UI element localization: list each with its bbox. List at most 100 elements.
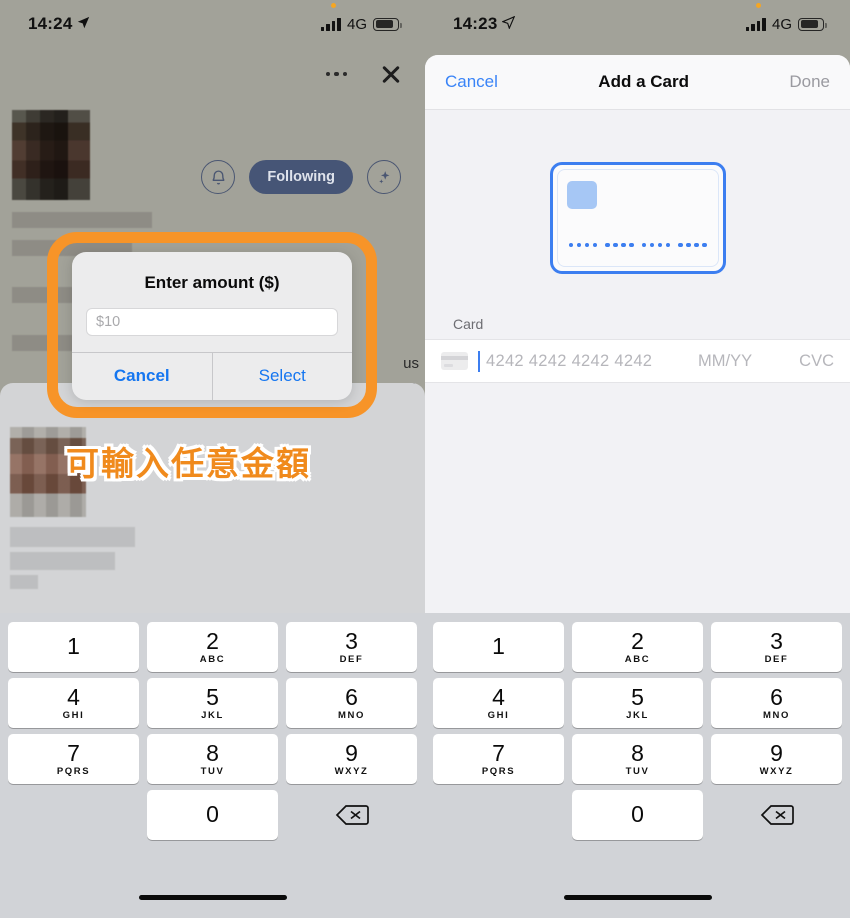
section-label-card: Card (453, 316, 484, 332)
bell-icon[interactable] (201, 160, 236, 194)
orange-recording-dot-icon (755, 2, 761, 8)
key-digit: 3 (345, 627, 358, 654)
following-button[interactable]: Following (249, 160, 353, 194)
keypad-row: 4 GHI 5 JKL 6 MNO (4, 675, 421, 731)
numeric-keypad-left: 1 2 ABC 3 DEF 4 GHI 5 JKL 6 MNO 7 PQRS 8 TUV 9W… (0, 613, 425, 918)
key-letters: MNO (338, 710, 365, 722)
card-input-row[interactable]: 4242 4242 4242 4242 MM/YY CVC (425, 339, 850, 383)
key-digit: 4 (492, 683, 505, 710)
key-3[interactable]: 3 DEF (286, 622, 417, 672)
cancel-button[interactable]: Cancel (72, 353, 213, 400)
key-digit: 7 (492, 739, 505, 766)
blurred-text-line (12, 212, 152, 228)
key-8[interactable]: 8 TUV (147, 734, 278, 784)
key-5[interactable]: 5 JKL (572, 678, 703, 728)
network-label: 4G (346, 15, 367, 33)
key-letters: DEF (764, 654, 789, 666)
key-6[interactable]: 6 MNO (711, 678, 842, 728)
location-arrow-icon (501, 14, 516, 34)
key-6[interactable]: 6 MNO (286, 678, 417, 728)
key-digit: 2 (206, 627, 219, 654)
key-digit: 8 (631, 739, 644, 766)
amount-input[interactable]: $10 (86, 308, 338, 336)
status-time-group: 14:23 (453, 14, 516, 34)
key-1[interactable]: 1 (433, 622, 564, 672)
status-bar-left: 14:24 4G (0, 0, 425, 48)
keypad-row: 7 PQRS 8 TUV 9 WXYZ (4, 731, 421, 787)
modal-navbar: Cancel Add a Card Done (425, 55, 850, 110)
key-8[interactable]: 8 TUV (572, 734, 703, 784)
key-digit: 5 (206, 683, 219, 710)
blurred-text-line (10, 552, 115, 570)
backspace-icon[interactable] (711, 790, 842, 840)
key-9[interactable]: 9 WXYZ (711, 734, 842, 784)
key-9[interactable]: 9 WXYZ (286, 734, 417, 784)
key-2[interactable]: 2 ABC (572, 622, 703, 672)
select-button[interactable]: Select (213, 353, 353, 400)
key-letters: ABC (624, 654, 651, 666)
key-digit: 1 (492, 633, 505, 660)
sparkle-icon[interactable] (367, 160, 401, 194)
key-letters: ABC (199, 654, 226, 666)
credit-card-illustration (549, 162, 726, 274)
key-letters: TUV (625, 766, 650, 778)
card-number-input[interactable]: 4242 4242 4242 4242 (486, 352, 688, 371)
status-bar-right: 14:23 4G (425, 0, 850, 48)
orange-recording-dot-icon (330, 2, 336, 8)
card-expiry-input[interactable]: MM/YY (698, 352, 778, 371)
key-5[interactable]: 5 JKL (147, 678, 278, 728)
status-indicators-right: 4G (745, 2, 827, 33)
backspace-icon[interactable] (286, 790, 417, 840)
key-digit: 9 (345, 739, 358, 766)
location-arrow-icon (77, 14, 90, 34)
keypad-row: 0 (4, 787, 421, 843)
key-digit: 2 (631, 627, 644, 654)
key-2[interactable]: 2 ABC (147, 622, 278, 672)
key-digit: 7 (67, 739, 80, 766)
key-letters: MNO (763, 710, 790, 722)
key-digit: 8 (206, 739, 219, 766)
card-cvc-input[interactable]: CVC (788, 352, 834, 371)
key-blank (433, 790, 564, 840)
key-digit: 0 (206, 801, 219, 828)
home-indicator (563, 895, 712, 900)
key-digit: 1 (67, 633, 80, 660)
keypad-row: 7 PQRS 8 TUV 9 WXYZ (429, 731, 846, 787)
battery-icon (798, 17, 827, 31)
card-illustration-wrap (425, 110, 850, 274)
signal-bars-icon (745, 17, 766, 31)
key-digit: 3 (770, 627, 783, 654)
enter-amount-dialog: Enter amount ($) $10 Cancel Select (72, 252, 352, 400)
key-digit: 9 (770, 739, 783, 766)
key-letters: WXYZ (759, 766, 794, 778)
close-x-icon[interactable] (379, 62, 403, 86)
key-letters: DEF (339, 654, 364, 666)
cancel-button[interactable]: Cancel (445, 72, 498, 92)
keypad-row: 0 (429, 787, 846, 843)
keypad-row: 4 GHI 5 JKL 6 MNO (429, 675, 846, 731)
amount-input-placeholder: $10 (96, 314, 121, 330)
done-button[interactable]: Done (789, 72, 830, 92)
key-1[interactable]: 1 (8, 622, 139, 672)
home-indicator (138, 895, 287, 900)
key-0[interactable]: 0 (572, 790, 703, 840)
key-0[interactable]: 0 (147, 790, 278, 840)
key-letters: GHI (62, 710, 85, 722)
keypad-row: 1 2 ABC 3 DEF (4, 619, 421, 675)
card-chip-icon (566, 181, 597, 209)
key-3[interactable]: 3 DEF (711, 622, 842, 672)
right-screen: 14:23 4G Cancel Add a Card Done Card 424… (425, 0, 850, 918)
ellipsis-icon[interactable] (324, 64, 350, 85)
key-letters: PQRS (481, 766, 516, 778)
key-letters: PQRS (56, 766, 91, 778)
blurred-text-line (10, 527, 135, 547)
key-4[interactable]: 4 GHI (8, 678, 139, 728)
key-7[interactable]: 7 PQRS (433, 734, 564, 784)
dialog-title: Enter amount ($) (144, 273, 280, 292)
key-4[interactable]: 4 GHI (433, 678, 564, 728)
key-7[interactable]: 7 PQRS (8, 734, 139, 784)
credit-card-icon (441, 352, 468, 370)
status-time: 14:23 (453, 14, 498, 33)
key-letters: JKL (201, 710, 224, 722)
profile-action-row: Following (201, 160, 401, 194)
